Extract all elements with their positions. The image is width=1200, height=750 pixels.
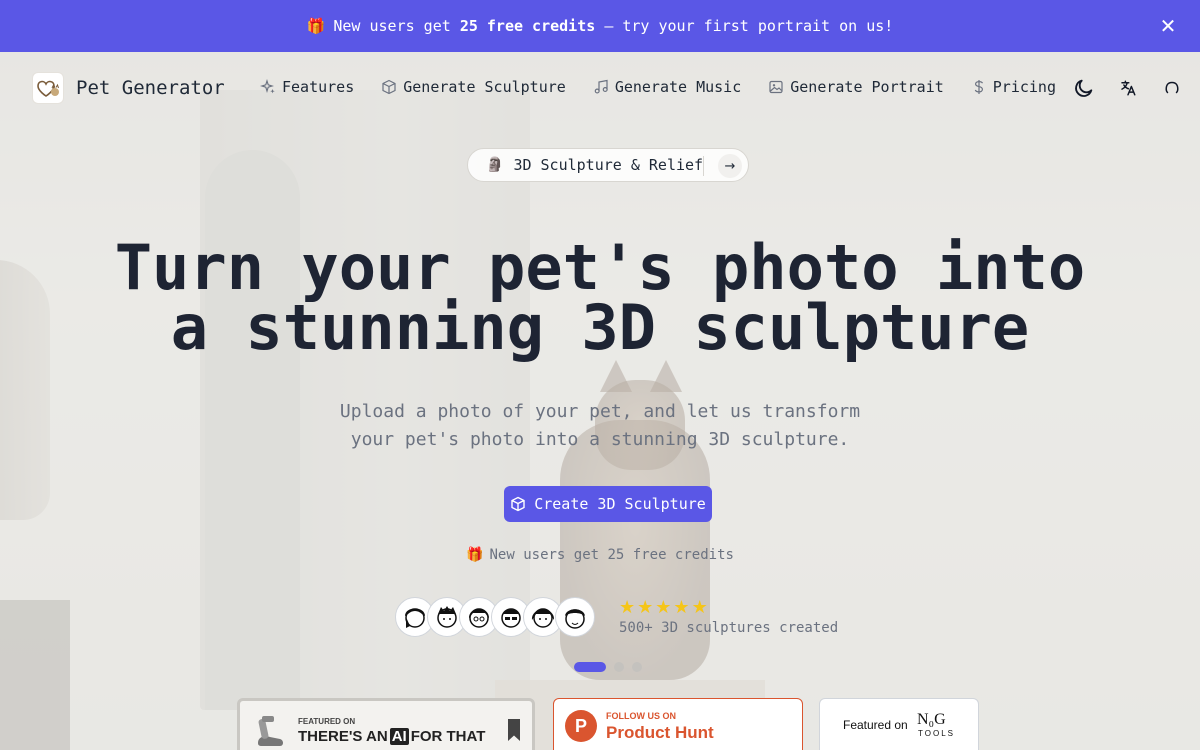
free-credits-note: 🎁 New users get 25 free credits — [0, 547, 1200, 563]
cta-label: Create 3D Sculpture — [534, 495, 706, 513]
hero-subtitle: Upload a photo of your pet, and let us t… — [330, 398, 870, 454]
product-hunt-badge[interactable]: P FOLLOW US ON Product Hunt — [553, 698, 803, 750]
brand-name[interactable]: Pet Generator — [76, 77, 225, 99]
hero-title: Turn your pet's photo into a stunning 3D… — [0, 231, 1200, 364]
cube-icon — [511, 496, 525, 512]
pill-label: 3D Sculpture & Relief — [513, 156, 704, 174]
badge-small-text: Featured on — [843, 718, 908, 732]
carousel-dot-1[interactable] — [574, 662, 606, 672]
gift-icon: 🎁 — [306, 17, 326, 35]
carousel-dot-2[interactable] — [614, 662, 624, 672]
badge-ai-text: AI — [389, 728, 409, 745]
brand-logo[interactable] — [32, 72, 64, 104]
nav-tools-label: TOOLS — [918, 729, 955, 738]
nav-item-label: Pricing — [992, 78, 1056, 96]
pet-logo-icon — [37, 80, 59, 97]
top-navigation: Pet Generator Features Generate Sculptur… — [0, 52, 1200, 124]
star-icon: ★ — [637, 597, 654, 618]
nav-tools-logo: N₀G — [917, 711, 946, 728]
hero-subtitle-line-1: Upload a photo of your pet, and let us t… — [339, 401, 861, 422]
sparkles-icon — [260, 79, 275, 94]
github-icon — [1165, 81, 1179, 94]
badge-text-part: THERE'S AN — [298, 728, 388, 745]
close-icon: ✕ — [1159, 14, 1177, 38]
theres-an-ai-for-that-badge[interactable]: FEATURED ON THERE'S AN AI FOR THAT — [237, 698, 535, 750]
credits-text: New users get 25 free credits — [489, 547, 734, 563]
nav-item-label: Features — [282, 78, 355, 96]
nav-item-label: Generate Portrait — [790, 78, 944, 96]
nav-item-features[interactable]: Features — [260, 78, 354, 96]
nav-item-label: Generate Music — [614, 78, 742, 96]
theme-toggle-button[interactable] — [1072, 76, 1096, 100]
robot-arm-icon — [258, 716, 283, 746]
badge-big-text: THERE'S AN AI FOR THAT — [298, 728, 485, 745]
music-note-icon — [594, 79, 608, 94]
bookmark-icon — [508, 719, 520, 741]
banner-text-before: New users get — [333, 17, 451, 35]
rating-stars: ★ ★ ★ ★ ★ — [619, 597, 708, 618]
star-icon: ★ — [619, 597, 636, 618]
github-button[interactable] — [1160, 76, 1184, 100]
category-pill[interactable]: 🗿 3D Sculpture & Relief → — [467, 148, 749, 182]
nav-actions — [1052, 76, 1184, 100]
hero-title-line-1: Turn your pet's photo into — [114, 231, 1086, 304]
moai-icon: 🗿 — [486, 157, 504, 173]
nav-item-generate-sculpture[interactable]: Generate Sculpture — [381, 78, 566, 96]
badge-big-text: Product Hunt — [606, 723, 714, 742]
dollar-icon — [974, 80, 983, 94]
carousel-indicators — [574, 662, 642, 672]
hero-title-line-2: a stunning 3D sculpture — [170, 291, 1030, 364]
star-icon: ★ — [691, 597, 708, 618]
nav-item-generate-music[interactable]: Generate Music — [593, 78, 741, 96]
gift-icon: 🎁 — [466, 547, 484, 563]
hero-subtitle-line-2: your pet's photo into a stunning 3D scul… — [350, 429, 850, 450]
badge-small-text: FEATURED ON — [298, 717, 356, 726]
arrow-right-icon: → — [718, 154, 742, 178]
nav-tools-badge[interactable]: Featured on N₀G TOOLS — [819, 698, 979, 750]
avatar — [556, 598, 594, 636]
badge-small-text: FOLLOW US ON — [606, 711, 676, 721]
banner-highlight: 25 free credits — [459, 17, 596, 35]
main-menu: Features Generate Sculpture Generate Mus… — [260, 78, 1083, 96]
user-avatars — [396, 598, 594, 636]
nav-item-pricing[interactable]: Pricing — [971, 78, 1056, 96]
banner-text-after: — try your first portrait on us! — [604, 17, 894, 35]
star-icon: ★ — [673, 597, 690, 618]
cube-icon — [382, 79, 396, 95]
create-sculpture-button[interactable]: Create 3D Sculpture — [504, 486, 712, 522]
banner-close-button[interactable]: ✕ — [1156, 14, 1180, 38]
carousel-dot-3[interactable] — [632, 662, 642, 672]
nav-item-generate-portrait[interactable]: Generate Portrait — [768, 78, 944, 96]
moon-icon — [1075, 79, 1093, 97]
sculptures-created-count: 500+ 3D sculptures created — [619, 620, 839, 636]
language-button[interactable] — [1116, 76, 1140, 100]
nav-item-label: Generate Sculpture — [403, 78, 566, 96]
badge-text-part: FOR THAT — [410, 728, 486, 745]
product-hunt-icon: P — [565, 710, 597, 742]
promo-banner: 🎁 New users get 25 free credits — try yo… — [0, 0, 1200, 52]
image-icon — [769, 80, 783, 94]
translate-icon — [1121, 80, 1136, 96]
star-icon: ★ — [655, 597, 672, 618]
pill-divider — [703, 156, 704, 176]
